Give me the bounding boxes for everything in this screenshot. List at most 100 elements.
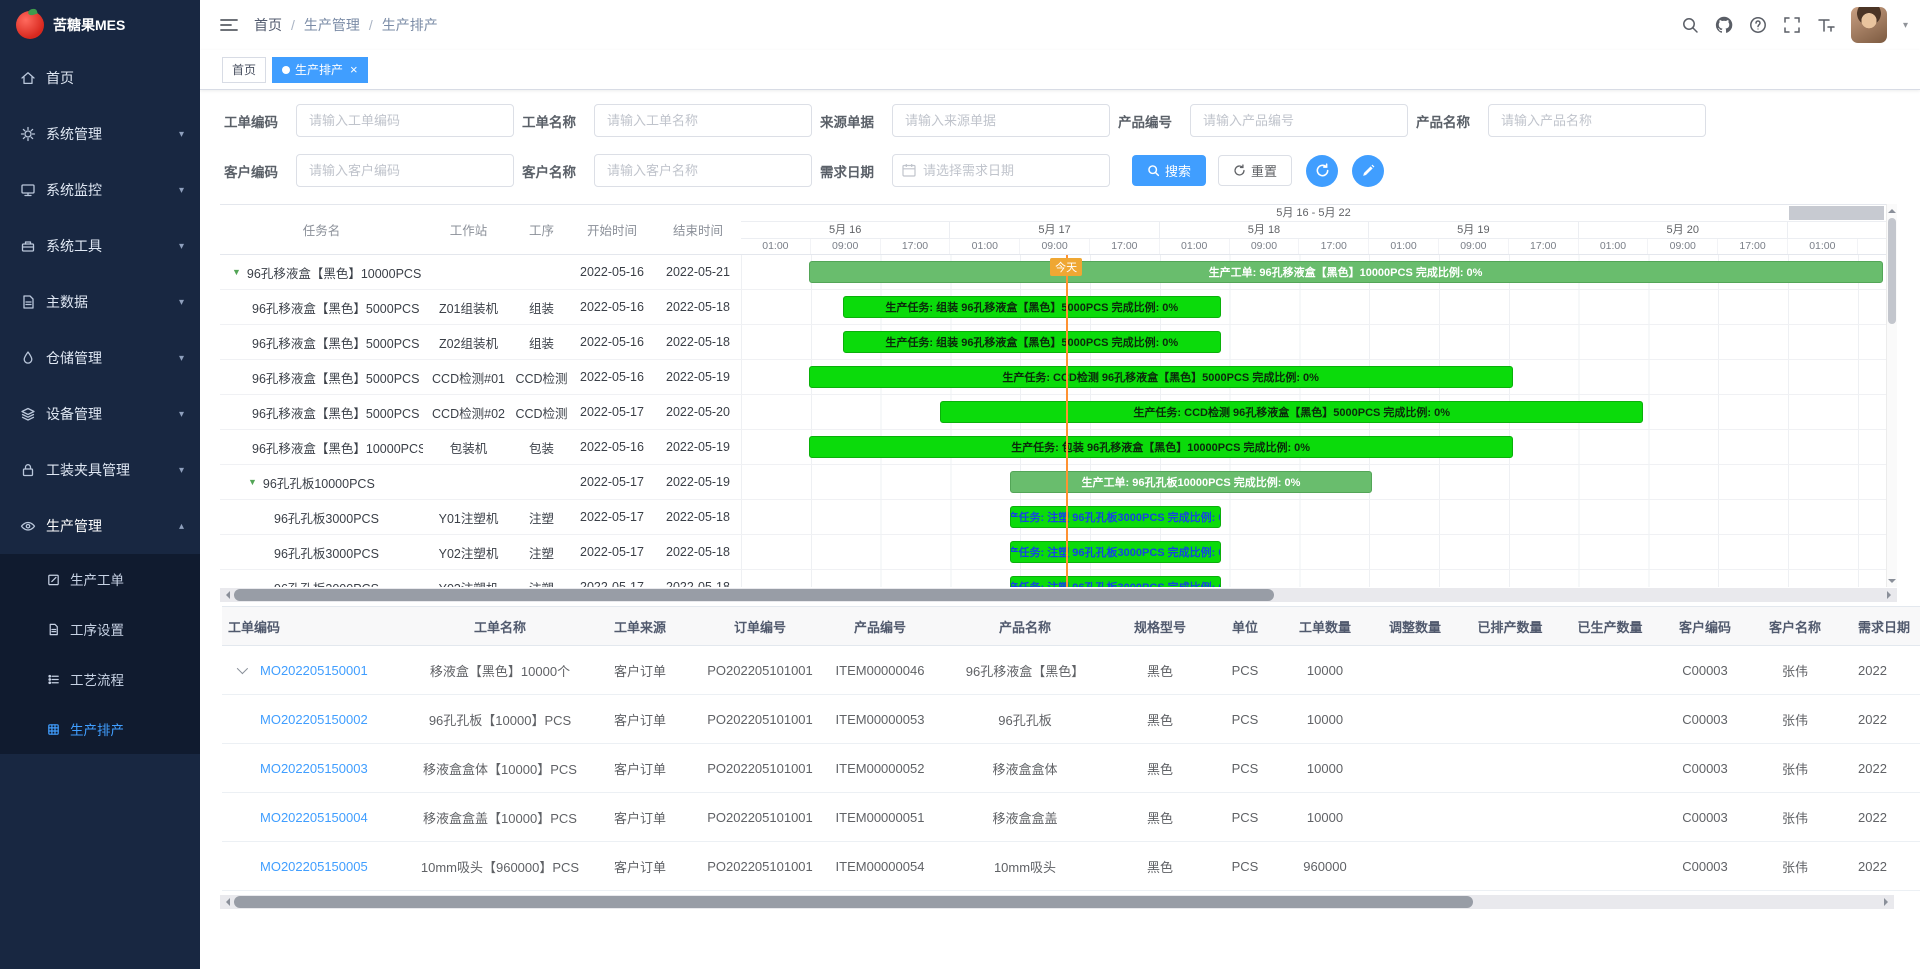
gantt-bar-task[interactable]: 生产任务: 组装 96孔移液盒【黑色】5000PCS 完成比例: 0% [843, 331, 1221, 353]
sidebar-item-master-data[interactable]: 主数据▾ [0, 274, 200, 330]
order-row[interactable]: MO202205150003 移液盒盒体【10000】PCS 客户订单 PO20… [222, 744, 1920, 793]
sidebar-subitem-process-flow[interactable]: 工艺流程 [0, 654, 200, 704]
collapse-arrow-icon[interactable]: ▼ [232, 267, 241, 277]
chevron-up-icon: ▴ [179, 521, 184, 532]
breadcrumb-separator: / [291, 17, 295, 33]
gantt-horizontal-scrollbar[interactable] [220, 588, 1897, 602]
customer-code-input[interactable] [296, 154, 514, 187]
lock-icon [20, 462, 36, 478]
font-size-icon[interactable] [1817, 16, 1835, 34]
reset-button[interactable]: 重置 [1218, 155, 1292, 186]
avatar[interactable] [1851, 7, 1887, 43]
gantt-task-row[interactable]: 96孔移液盒【黑色】5000PCS CCD检测#01 CCD检测 2022-05… [220, 360, 741, 395]
collapse-arrow-icon[interactable]: ▼ [248, 477, 257, 487]
sidebar-item-system-tools[interactable]: 系统工具▾ [0, 218, 200, 274]
sidebar-item-equipment-management[interactable]: 设备管理▾ [0, 386, 200, 442]
gantt-day-row: 5月 16 5月 17 5月 18 5月 19 5月 20 [741, 222, 1886, 239]
order-code-link[interactable]: MO202205150003 [260, 761, 368, 776]
gantt-task-row[interactable]: 96孔移液盒【黑色】5000PCS Z02组装机 组装 2022-05-16 2… [220, 325, 741, 360]
gantt-vertical-scrollbar[interactable] [1886, 204, 1897, 587]
gantt-bar-task[interactable]: 生产任务: 包装 96孔移液盒【黑色】10000PCS 完成比例: 0% [809, 436, 1513, 458]
hamburger-icon[interactable] [220, 17, 238, 33]
orders-horizontal-scrollbar[interactable] [220, 895, 1894, 909]
order-row[interactable]: MO202205150002 96孔孔板【10000】PCS 客户订单 PO20… [222, 695, 1920, 744]
sidebar-menu: 首页 系统管理▾ 系统监控▾ 系统工具▾ 主数据▾ 仓储管理▾ 设备管理▾ 工 [0, 50, 200, 554]
scroll-right-arrow-icon[interactable] [1883, 588, 1897, 602]
sidebar: 苦糖果MES 首页 系统管理▾ 系统监控▾ 系统工具▾ 主数据▾ 仓储管理▾ [0, 0, 200, 969]
scroll-right-arrow-icon[interactable] [1880, 895, 1894, 909]
gantt-bar-task[interactable]: 生产任务: CCD检测 96孔移液盒【黑色】5000PCS 完成比例: 0% [940, 401, 1643, 423]
github-icon[interactable] [1715, 16, 1733, 34]
scroll-left-arrow-icon[interactable] [220, 895, 234, 909]
work-order-name-input[interactable] [594, 104, 812, 137]
product-code-input[interactable] [1190, 104, 1408, 137]
chevron-down-icon[interactable]: ▾ [1903, 20, 1908, 31]
today-line [1066, 255, 1068, 587]
monitor-icon [20, 182, 36, 198]
gantt-bar-work-order[interactable]: 生产工单: 96孔移液盒【黑色】10000PCS 完成比例: 0% [809, 261, 1883, 283]
fullscreen-icon[interactable] [1783, 16, 1801, 34]
order-row[interactable]: MO202205150004 移液盒盒盖【10000】PCS 客户订单 PO20… [222, 793, 1920, 842]
tab-production-scheduling[interactable]: 生产排产 × [272, 57, 368, 83]
gantt-bar-work-order[interactable]: 生产工单: 96孔孔板10000PCS 完成比例: 0% [1010, 471, 1372, 493]
gantt-bar-task[interactable]: 生产任务: CCD检测 96孔移液盒【黑色】5000PCS 完成比例: 0% [809, 366, 1513, 388]
sidebar-item-system-management[interactable]: 系统管理▾ [0, 106, 200, 162]
order-row[interactable]: MO202205150005 10mm吸头【960000】PCS 客户订单 PO… [222, 842, 1920, 891]
sidebar-subitem-production-order[interactable]: 生产工单 [0, 554, 200, 604]
sidebar-item-system-monitor[interactable]: 系统监控▾ [0, 162, 200, 218]
scroll-down-arrow-icon[interactable] [1887, 575, 1897, 587]
filter-product-code: 产品编号 [1118, 104, 1408, 137]
layers-icon [20, 406, 36, 422]
gantt-bar-task[interactable]: 生产任务: 注塑 96孔孔板3000PCS 完成比例: 0% [1010, 541, 1221, 563]
scroll-left-arrow-icon[interactable] [220, 588, 234, 602]
gantt-task-row[interactable]: 96孔移液盒【黑色】10000PCS 包装机 包装 2022-05-16 202… [220, 430, 741, 465]
breadcrumb-home[interactable]: 首页 [254, 15, 282, 35]
timeline-scroll-placeholder[interactable] [1789, 206, 1884, 220]
gantt-task-row[interactable]: 96孔孔板3000PCS Y02注塑机 注塑 2022-05-17 2022-0… [220, 535, 741, 570]
edit-button[interactable] [1352, 155, 1384, 187]
sidebar-subitem-production-scheduling[interactable]: 生产排产 [0, 704, 200, 754]
order-code-link[interactable]: MO202205150002 [260, 712, 368, 727]
gantt-task-row[interactable]: 96孔孔板3000PCS Y03注塑机 注塑 2022-05-17 2022-0… [220, 570, 741, 587]
help-icon[interactable] [1749, 16, 1767, 34]
sidebar-item-fixture-management[interactable]: 工装夹具管理▾ [0, 442, 200, 498]
scrollbar-thumb[interactable] [234, 896, 1473, 908]
chevron-down-icon: ▾ [179, 129, 184, 140]
source-doc-input[interactable] [892, 104, 1110, 137]
customer-name-input[interactable] [594, 154, 812, 187]
gantt-task-row[interactable]: 96孔孔板3000PCS Y01注塑机 注塑 2022-05-17 2022-0… [220, 500, 741, 535]
app-logo-icon [16, 11, 44, 39]
order-code-link[interactable]: MO202205150001 [260, 663, 368, 678]
order-code-link[interactable]: MO202205150004 [260, 810, 368, 825]
gantt-task-row[interactable]: ▼96孔移液盒【黑色】10000PCS 2022-05-16 2022-05-2… [220, 255, 741, 290]
order-row[interactable]: MO202205150001 移液盒【黑色】10000个 客户订单 PO2022… [222, 646, 1920, 695]
scroll-up-arrow-icon[interactable] [1887, 204, 1897, 216]
gantt-bar-task[interactable]: 生产任务: 注塑 96孔孔板3000PCS 完成比例: 0% [1010, 506, 1221, 528]
refresh-gantt-button[interactable] [1306, 155, 1338, 187]
close-icon[interactable]: × [350, 63, 358, 76]
filter-customer-name: 客户名称 [522, 154, 812, 187]
filter-source-doc: 来源单据 [820, 104, 1110, 137]
gantt-bar-task[interactable]: 生产任务: 注塑 96孔孔板3000PCS 完成比例: 0% [1010, 576, 1221, 587]
gantt-task-row[interactable]: ▼96孔孔板10000PCS 2022-05-17 2022-05-19 [220, 465, 741, 500]
order-code-link[interactable]: MO202205150005 [260, 859, 368, 874]
work-order-code-input[interactable] [296, 104, 514, 137]
sidebar-item-home[interactable]: 首页 [0, 50, 200, 106]
gantt-task-row[interactable]: 96孔移液盒【黑色】5000PCS Z01组装机 组装 2022-05-16 2… [220, 290, 741, 325]
search-icon[interactable] [1681, 16, 1699, 34]
demand-date-input[interactable] [892, 154, 1110, 187]
product-name-input[interactable] [1488, 104, 1706, 137]
sidebar-subitem-process-settings[interactable]: 工序设置 [0, 604, 200, 654]
breadcrumb-production-management[interactable]: 生产管理 [304, 15, 360, 35]
tab-home[interactable]: 首页 [222, 57, 266, 83]
sidebar-item-production-management[interactable]: 生产管理▴ [0, 498, 200, 554]
chevron-down-icon: ▾ [179, 465, 184, 476]
scrollbar-thumb[interactable] [1888, 218, 1896, 324]
scrollbar-thumb[interactable] [234, 589, 1274, 601]
expand-chevron-icon[interactable] [237, 663, 248, 674]
gantt-task-row[interactable]: 96孔移液盒【黑色】5000PCS CCD检测#02 CCD检测 2022-05… [220, 395, 741, 430]
sidebar-item-warehouse-management[interactable]: 仓储管理▾ [0, 330, 200, 386]
filter-row-1: 工单编码 工单名称 来源单据 产品编号 产品名称 [224, 104, 1920, 137]
search-button[interactable]: 搜索 [1132, 155, 1206, 186]
gantt-bar-task[interactable]: 生产任务: 组装 96孔移液盒【黑色】5000PCS 完成比例: 0% [843, 296, 1221, 318]
